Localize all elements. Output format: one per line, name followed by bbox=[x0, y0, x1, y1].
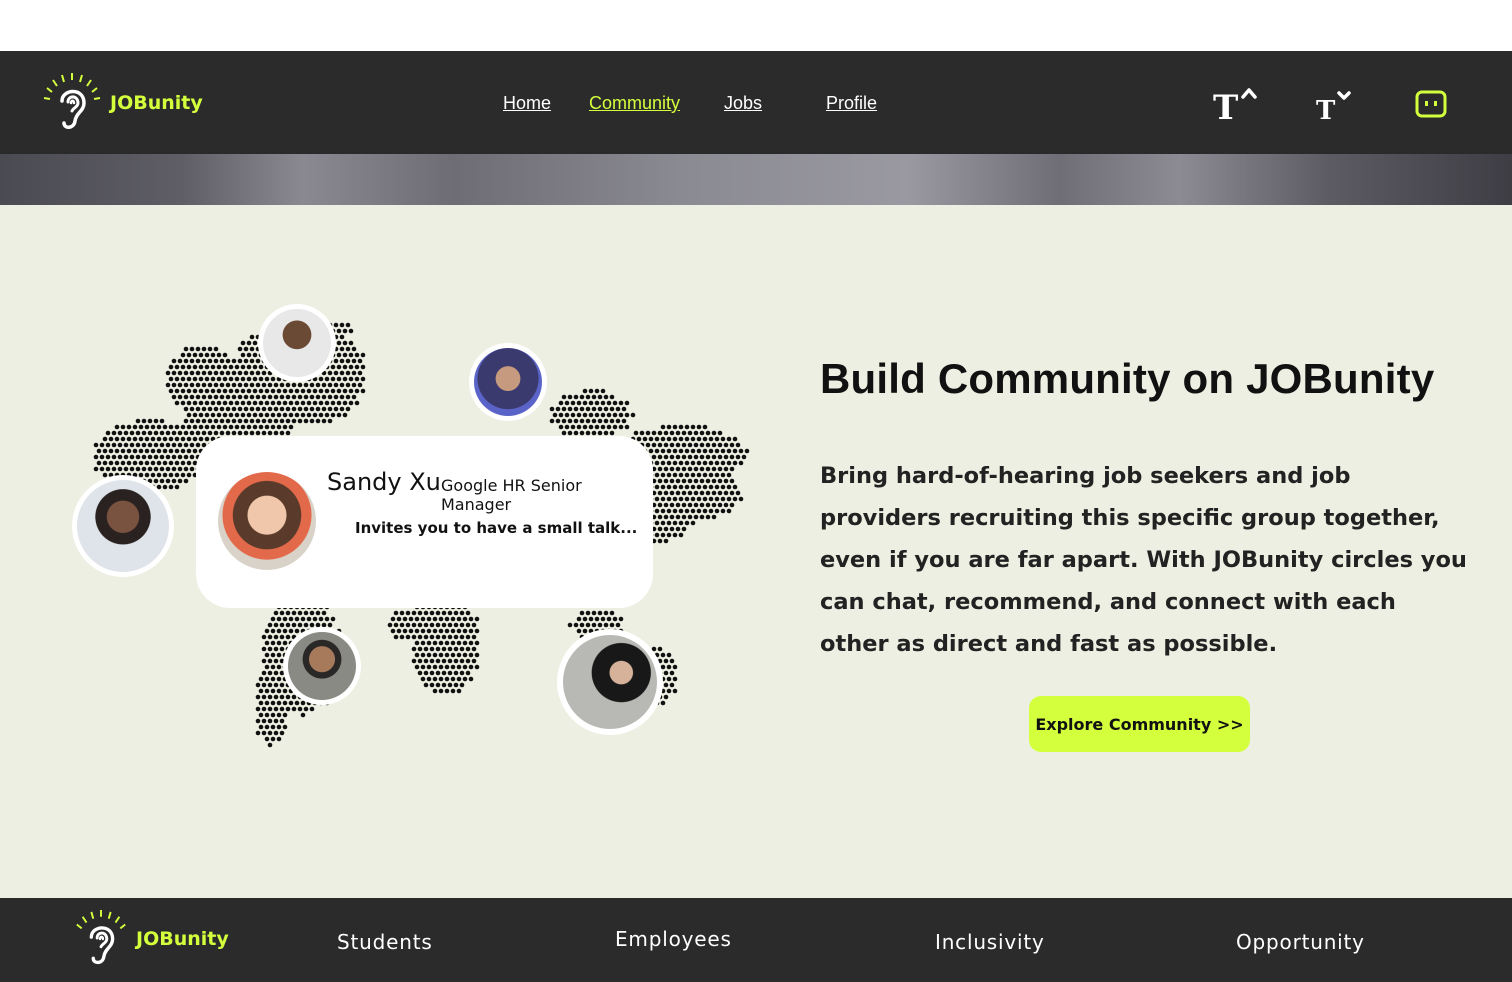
svg-text:T: T bbox=[1213, 88, 1238, 123]
nav-profile-link[interactable]: Profile bbox=[826, 93, 877, 114]
nav-jobs-link[interactable]: Jobs bbox=[724, 93, 762, 114]
font-size-decrease-icon[interactable]: T bbox=[1314, 89, 1356, 123]
ear-logo-icon bbox=[73, 910, 129, 967]
member-avatar[interactable] bbox=[469, 343, 547, 421]
svg-text:T: T bbox=[1316, 96, 1336, 123]
invite-card[interactable]: Sandy Xu Google HR Senior Manager Invite… bbox=[196, 436, 653, 608]
top-whitespace bbox=[0, 0, 1512, 51]
top-navbar: JOBunity Home Community Jobs Profile T T bbox=[0, 51, 1512, 154]
brand-name: JOBunity bbox=[110, 92, 203, 114]
member-avatar[interactable] bbox=[258, 304, 336, 382]
explore-community-button[interactable]: Explore Community >> bbox=[1029, 696, 1250, 752]
ear-logo-icon bbox=[43, 73, 101, 131]
member-avatar[interactable] bbox=[72, 475, 174, 577]
sandy-avatar bbox=[218, 472, 316, 570]
hero-description: Bring hard-of-hearing job seekers and jo… bbox=[820, 463, 1467, 657]
member-avatar[interactable] bbox=[557, 629, 663, 735]
member-avatar[interactable] bbox=[283, 627, 361, 705]
inviter-name: Sandy Xu bbox=[327, 468, 441, 496]
invite-message: Invites you to have a small talk... bbox=[355, 519, 638, 537]
page-title: Build Community on JOBunity bbox=[820, 355, 1435, 402]
nav-community-link[interactable]: Community bbox=[589, 93, 680, 114]
chat-icon[interactable] bbox=[1415, 90, 1447, 118]
footer: JOBunity Students Employees Inclusivity … bbox=[0, 898, 1512, 982]
footer-brand-name: JOBunity bbox=[136, 928, 229, 950]
banner-image-strip bbox=[0, 154, 1512, 205]
footer-opportunity-link[interactable]: Opportunity bbox=[1236, 930, 1365, 954]
footer-inclusivity-link[interactable]: Inclusivity bbox=[935, 930, 1045, 954]
community-section: Sandy Xu Google HR Senior Manager Invite… bbox=[0, 205, 1512, 898]
footer-students-link[interactable]: Students bbox=[337, 930, 433, 954]
nav-home-link[interactable]: Home bbox=[503, 93, 551, 114]
inviter-role: Google HR Senior Manager bbox=[441, 476, 582, 514]
footer-employees-link[interactable]: Employees bbox=[615, 927, 732, 951]
footer-brand-logo[interactable]: JOBunity bbox=[72, 908, 229, 970]
font-size-increase-icon[interactable]: T bbox=[1211, 85, 1259, 123]
brand-logo[interactable]: JOBunity bbox=[42, 71, 203, 135]
